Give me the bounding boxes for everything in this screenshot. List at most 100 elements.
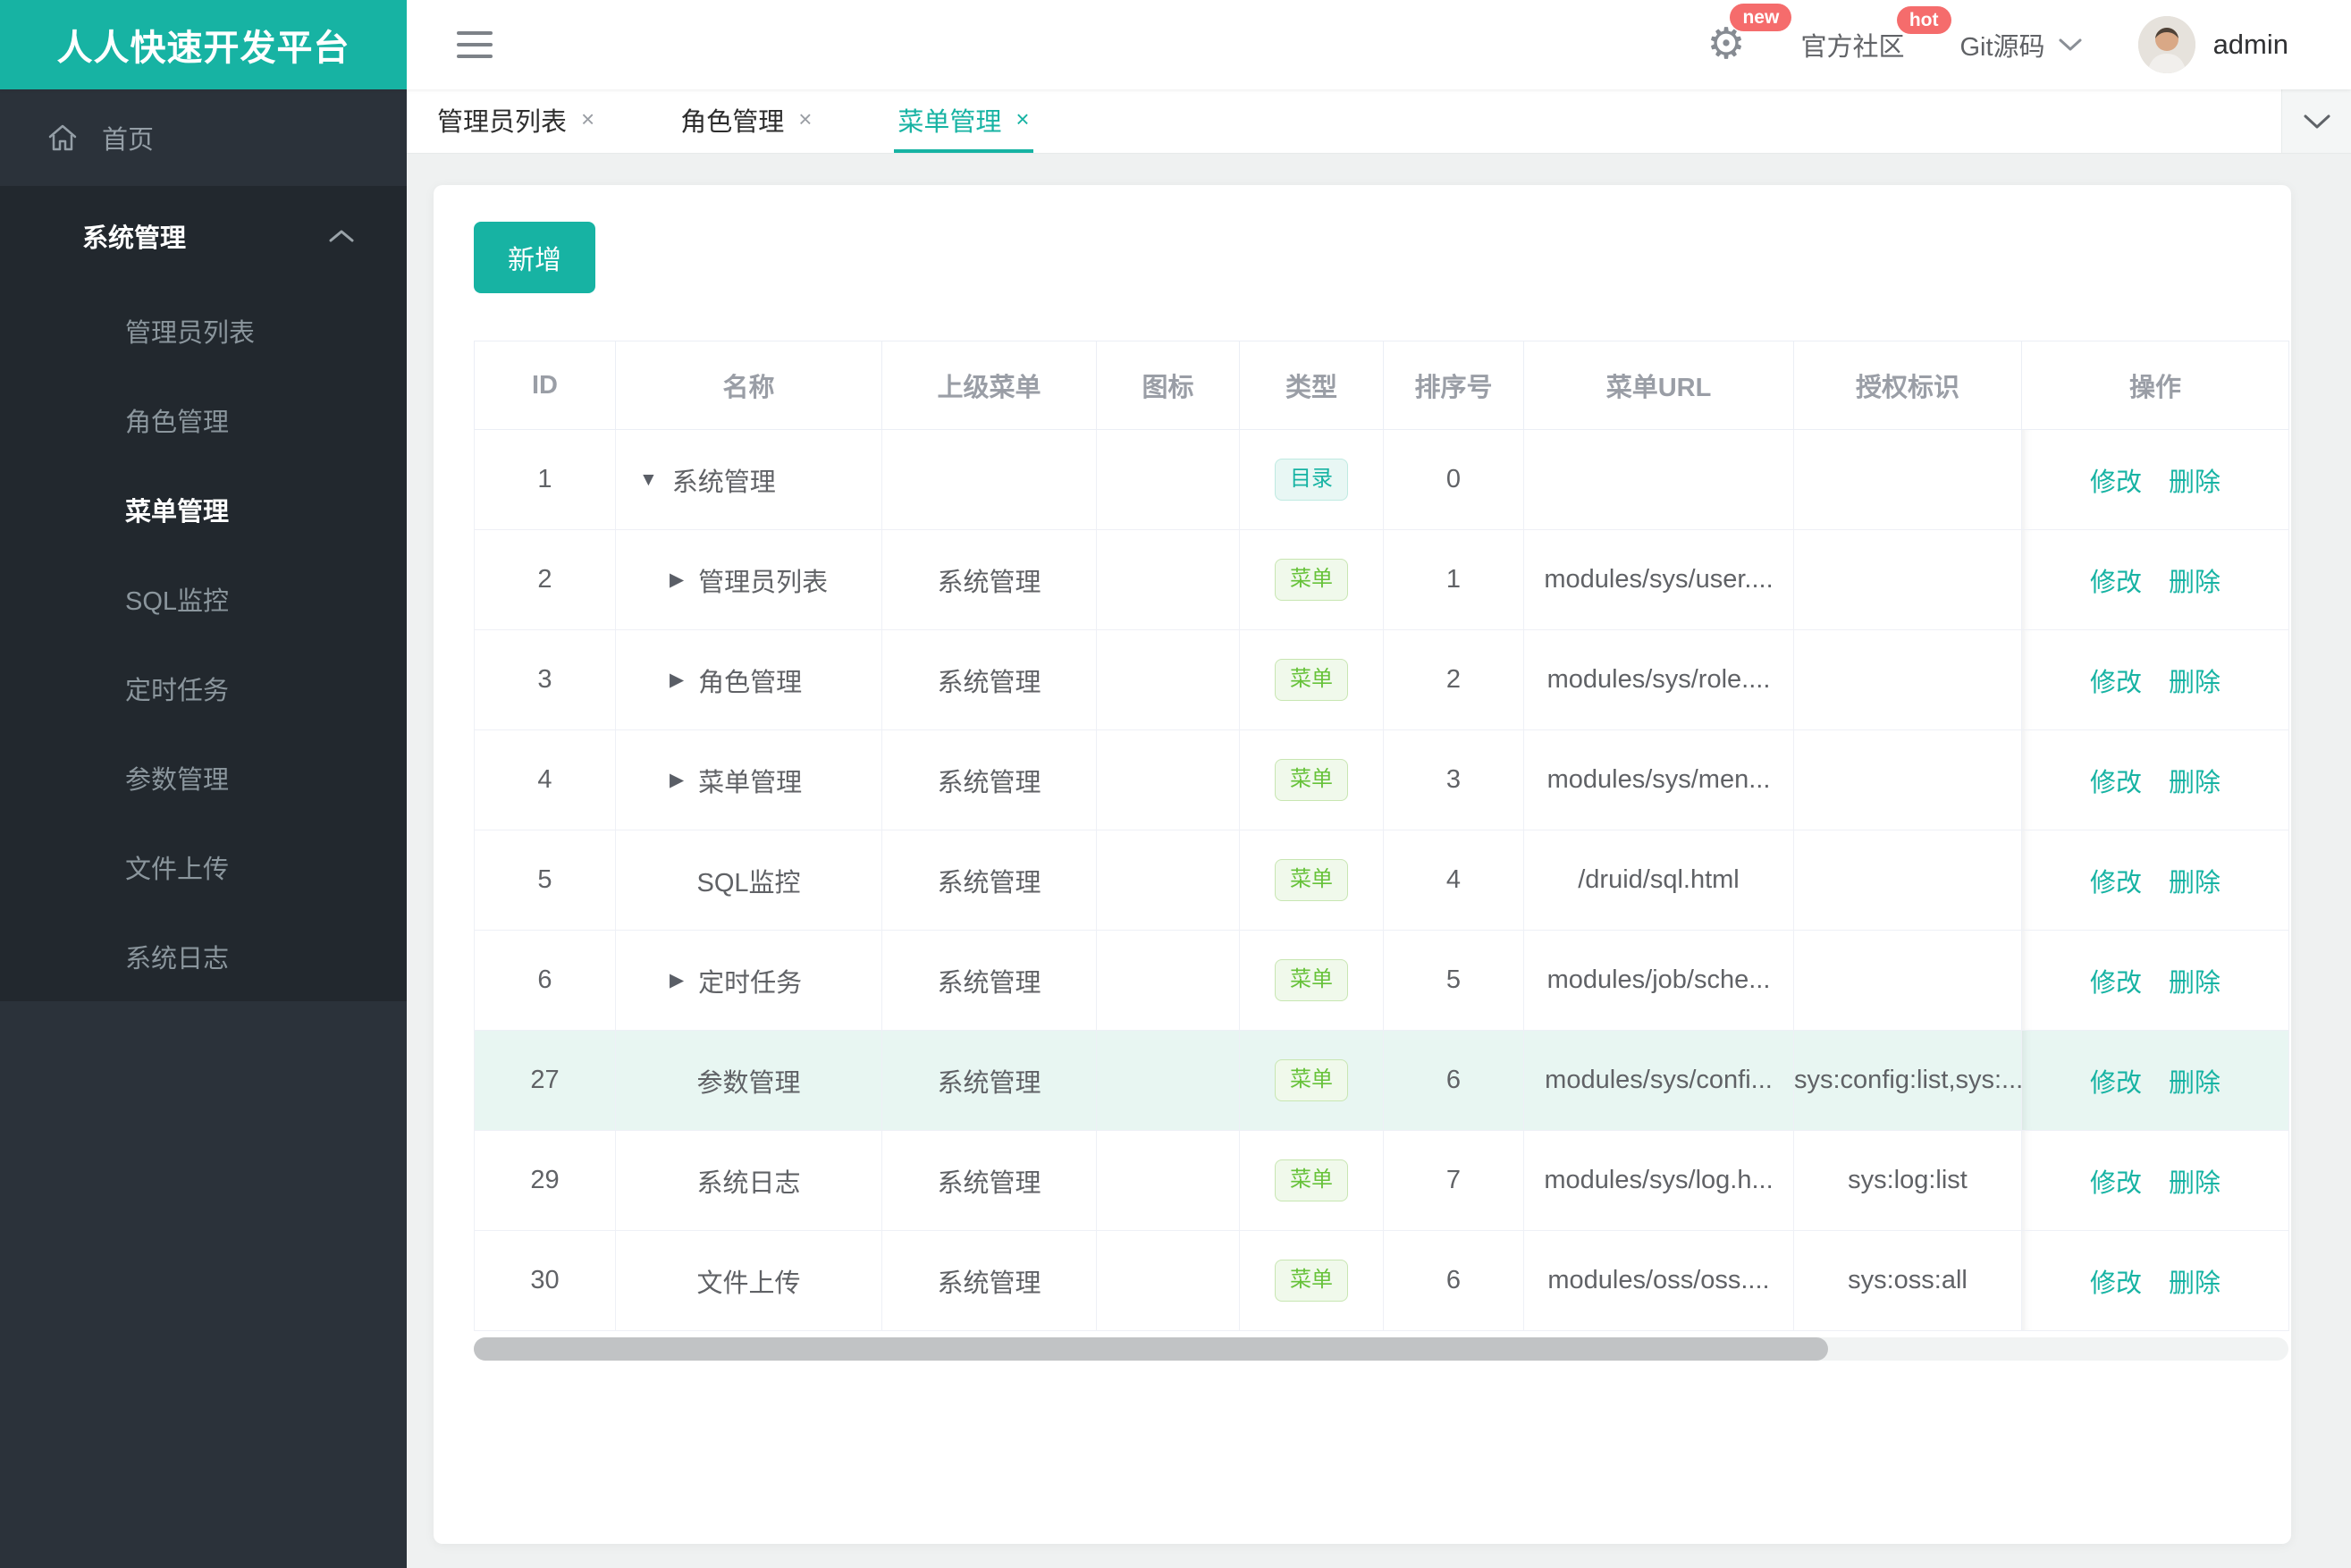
cell-icon <box>1096 1230 1240 1331</box>
sidebar-group-header[interactable]: 系统管理 <box>0 186 407 286</box>
type-badge: 菜单 <box>1275 759 1348 801</box>
column-header: 菜单URL <box>1523 341 1794 430</box>
table-header-row: ID 名称 上级菜单 图标 类型 排序号 菜单URL 授权标识 操作 <box>474 341 2289 430</box>
horizontal-scrollbar-thumb[interactable] <box>474 1337 1828 1361</box>
community-label: 官方社区 <box>1800 33 1905 62</box>
cell-parent: 系统管理 <box>881 629 1097 730</box>
sidebar-item-config[interactable]: 参数管理 <box>0 733 407 822</box>
sidebar-item-sql[interactable]: SQL监控 <box>0 554 407 644</box>
expand-toggle-icon[interactable]: ▶ <box>670 569 684 591</box>
close-icon[interactable]: × <box>581 105 594 133</box>
settings-button[interactable]: ⚙ new <box>1706 4 1792 66</box>
cell-name: SQL监控 <box>615 830 882 931</box>
delete-link[interactable]: 删除 <box>2169 1069 2220 1098</box>
community-link[interactable]: 官方社区 hot <box>1800 6 1951 63</box>
cell-id: 30 <box>474 1230 616 1331</box>
cell-auth <box>1793 629 2022 730</box>
cell-type: 菜单 <box>1239 1230 1384 1331</box>
cell-auth: sys:log:list <box>1793 1130 2022 1231</box>
sidebar-toggle-button[interactable] <box>457 23 493 66</box>
type-badge: 菜单 <box>1275 559 1348 601</box>
edit-link[interactable]: 修改 <box>2090 869 2142 898</box>
cell-name: 参数管理 <box>615 1030 882 1131</box>
sidebar-item-admin-list[interactable]: 管理员列表 <box>0 286 407 375</box>
tabs-overflow-button[interactable] <box>2281 89 2351 153</box>
sidebar-item-home[interactable]: 首页 <box>0 89 407 186</box>
cell-icon <box>1096 529 1240 630</box>
edit-link[interactable]: 修改 <box>2090 669 2142 697</box>
edit-link[interactable]: 修改 <box>2090 1269 2142 1298</box>
cell-order: 5 <box>1383 930 1524 1031</box>
column-header: 上级菜单 <box>881 341 1097 430</box>
delete-link[interactable]: 删除 <box>2169 969 2220 998</box>
cell-auth <box>1793 729 2022 830</box>
delete-link[interactable]: 删除 <box>2169 669 2220 697</box>
expand-toggle-icon[interactable]: ▶ <box>670 769 684 791</box>
menu-management-card: 新增 ID 名称 上级菜单 图标 类型 排序号 菜单URL 授权标识 操作 1 ▼ 系统管理 目录 0 修… <box>434 185 2291 1544</box>
sidebar-item-log[interactable]: 系统日志 <box>0 912 407 1001</box>
cell-type: 菜单 <box>1239 729 1384 830</box>
edit-link[interactable]: 修改 <box>2090 969 2142 998</box>
cell-order: 2 <box>1383 629 1524 730</box>
app-logo: 人人快速开发平台 <box>0 0 407 89</box>
cell-id: 1 <box>474 429 616 530</box>
tab-label: 管理员列表 <box>437 107 568 137</box>
edit-link[interactable]: 修改 <box>2090 1069 2142 1098</box>
cell-icon <box>1096 629 1240 730</box>
delete-link[interactable]: 删除 <box>2169 1269 2220 1298</box>
sidebar-item-role[interactable]: 角色管理 <box>0 375 407 465</box>
git-source-label: Git源码 <box>1959 33 2045 62</box>
expand-toggle-icon[interactable]: ▼ <box>639 469 658 491</box>
edit-link[interactable]: 修改 <box>2090 769 2142 797</box>
cell-url: modules/sys/role.... <box>1523 629 1794 730</box>
edit-link[interactable]: 修改 <box>2090 569 2142 597</box>
cell-auth <box>1793 930 2022 1031</box>
sidebar-item-job[interactable]: 定时任务 <box>0 644 407 733</box>
sidebar-item-oss[interactable]: 文件上传 <box>0 822 407 912</box>
delete-link[interactable]: 删除 <box>2169 769 2220 797</box>
menu-name: 管理员列表 <box>698 568 829 597</box>
type-badge: 目录 <box>1275 459 1348 501</box>
delete-link[interactable]: 删除 <box>2169 468 2220 497</box>
user-menu[interactable]: admin <box>2137 16 2288 73</box>
menu-name: 菜单管理 <box>698 768 803 797</box>
menu-name: 系统管理 <box>671 468 776 497</box>
cell-icon <box>1096 930 1240 1031</box>
edit-link[interactable]: 修改 <box>2090 1169 2142 1198</box>
table-row: 29 系统日志 系统管理 菜单 7 modules/sys/log.h... sys:log… <box>474 1130 2289 1231</box>
column-header: 操作 <box>2021 341 2289 430</box>
column-header: ID <box>474 341 616 430</box>
cell-actions: 修改 删除 <box>2021 930 2289 1031</box>
cell-url <box>1523 429 1794 530</box>
delete-link[interactable]: 删除 <box>2169 569 2220 597</box>
delete-link[interactable]: 删除 <box>2169 869 2220 898</box>
sidebar-group-label: 系统管理 <box>82 224 187 253</box>
edit-link[interactable]: 修改 <box>2090 468 2142 497</box>
cell-url: modules/sys/confi... <box>1523 1030 1794 1131</box>
chevron-down-icon <box>2304 114 2330 128</box>
expand-toggle-icon[interactable]: ▶ <box>670 669 684 691</box>
cell-actions: 修改 删除 <box>2021 1230 2289 1331</box>
sidebar-item-menu[interactable]: 菜单管理 <box>0 465 407 554</box>
close-icon[interactable]: × <box>798 105 812 133</box>
add-button[interactable]: 新增 <box>474 222 595 293</box>
cell-type: 菜单 <box>1239 830 1384 931</box>
tab-admin-list[interactable]: 管理员列表 × <box>434 89 598 153</box>
git-source-menu[interactable]: Git源码 <box>1960 26 2083 63</box>
cell-name: ▶ 角色管理 <box>615 629 882 730</box>
cell-actions: 修改 删除 <box>2021 830 2289 931</box>
delete-link[interactable]: 删除 <box>2169 1169 2220 1198</box>
tab-menu[interactable]: 菜单管理 × <box>894 89 1033 153</box>
cell-url: modules/job/sche... <box>1523 930 1794 1031</box>
expand-toggle-icon[interactable]: ▶ <box>670 969 684 991</box>
cell-url: modules/sys/user.... <box>1523 529 1794 630</box>
avatar <box>2137 16 2195 73</box>
cell-url: /druid/sql.html <box>1523 830 1794 931</box>
cell-type: 菜单 <box>1239 629 1384 730</box>
cell-name: 文件上传 <box>615 1230 882 1331</box>
cell-parent: 系统管理 <box>881 529 1097 630</box>
hot-badge: hot <box>1896 6 1951 35</box>
tab-role[interactable]: 角色管理 × <box>677 89 815 153</box>
close-icon[interactable]: × <box>1015 105 1029 133</box>
cell-order: 4 <box>1383 830 1524 931</box>
